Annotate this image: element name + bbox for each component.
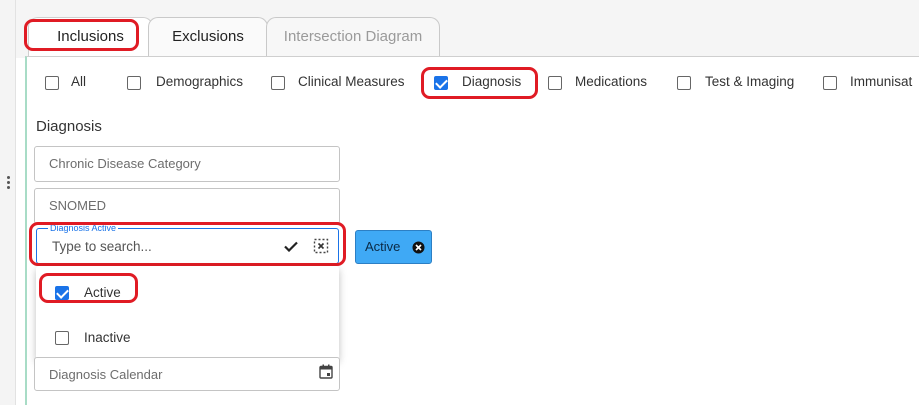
filter-test-imaging-checkbox[interactable] bbox=[677, 76, 691, 90]
diagnosis-calendar-placeholder: Diagnosis Calendar bbox=[49, 367, 163, 382]
calendar-icon[interactable] bbox=[319, 364, 333, 379]
dropdown-option-inactive[interactable]: Inactive bbox=[36, 318, 339, 354]
filter-diagnosis-label: Diagnosis bbox=[462, 74, 522, 89]
filter-test-imaging-label: Test & Imaging bbox=[705, 74, 795, 89]
chronic-disease-category-placeholder: Chronic Disease Category bbox=[49, 156, 201, 171]
drag-handle-icon[interactable] bbox=[5, 175, 11, 191]
diagnosis-active-legend: Diagnosis Active bbox=[48, 223, 119, 233]
tab-exclusions[interactable]: Exclusions bbox=[148, 17, 268, 56]
diagnosis-active-search-input[interactable] bbox=[50, 237, 270, 255]
filter-all-checkbox[interactable] bbox=[45, 76, 59, 90]
diagnosis-section-title: Diagnosis bbox=[36, 118, 102, 135]
tab-intersection-diagram: Intersection Diagram bbox=[266, 17, 440, 56]
chronic-disease-category-field[interactable]: Chronic Disease Category bbox=[34, 146, 340, 182]
filter-demographics-label: Demographics bbox=[156, 74, 244, 89]
option-inactive-checkbox[interactable] bbox=[55, 331, 69, 345]
filter-immunisation-checkbox[interactable] bbox=[823, 76, 837, 90]
filter-clinical-measures-checkbox[interactable] bbox=[271, 76, 285, 90]
active-selection-chip[interactable]: Active bbox=[355, 230, 432, 264]
tab-exclusions-label: Exclusions bbox=[172, 28, 244, 45]
option-inactive-label: Inactive bbox=[84, 330, 131, 345]
diagnosis-active-dropdown: Active Inactive bbox=[36, 266, 339, 360]
filter-medications-label: Medications bbox=[575, 74, 648, 89]
side-panel-strip bbox=[0, 0, 16, 405]
option-active-checkbox[interactable] bbox=[55, 286, 69, 300]
filter-immunisation-label: Immunisat bbox=[850, 74, 913, 89]
filter-all-label: All bbox=[71, 74, 87, 89]
tab-inclusions[interactable]: Inclusions bbox=[28, 17, 153, 56]
tab-inclusions-label: Inclusions bbox=[57, 28, 124, 45]
snomed-placeholder: SNOMED bbox=[49, 198, 107, 213]
filter-medications-checkbox[interactable] bbox=[548, 76, 562, 90]
filter-clinical-measures-label: Clinical Measures bbox=[298, 74, 405, 89]
active-chip-label: Active bbox=[365, 239, 401, 254]
option-active-label: Active bbox=[84, 285, 121, 300]
dropdown-option-active[interactable]: Active bbox=[36, 271, 339, 307]
tab-intersection-diagram-label: Intersection Diagram bbox=[283, 28, 423, 45]
clear-selection-icon[interactable] bbox=[313, 238, 329, 254]
tab-bar: Inclusions Exclusions Intersection Diagr… bbox=[16, 0, 919, 58]
checkmark-icon[interactable] bbox=[284, 241, 298, 252]
chip-close-icon[interactable] bbox=[412, 241, 425, 254]
snomed-field[interactable]: SNOMED bbox=[34, 188, 340, 224]
diagnosis-calendar-field[interactable]: Diagnosis Calendar bbox=[34, 357, 340, 391]
filter-demographics-checkbox[interactable] bbox=[127, 76, 141, 90]
filter-diagnosis-checkbox[interactable] bbox=[434, 76, 448, 90]
